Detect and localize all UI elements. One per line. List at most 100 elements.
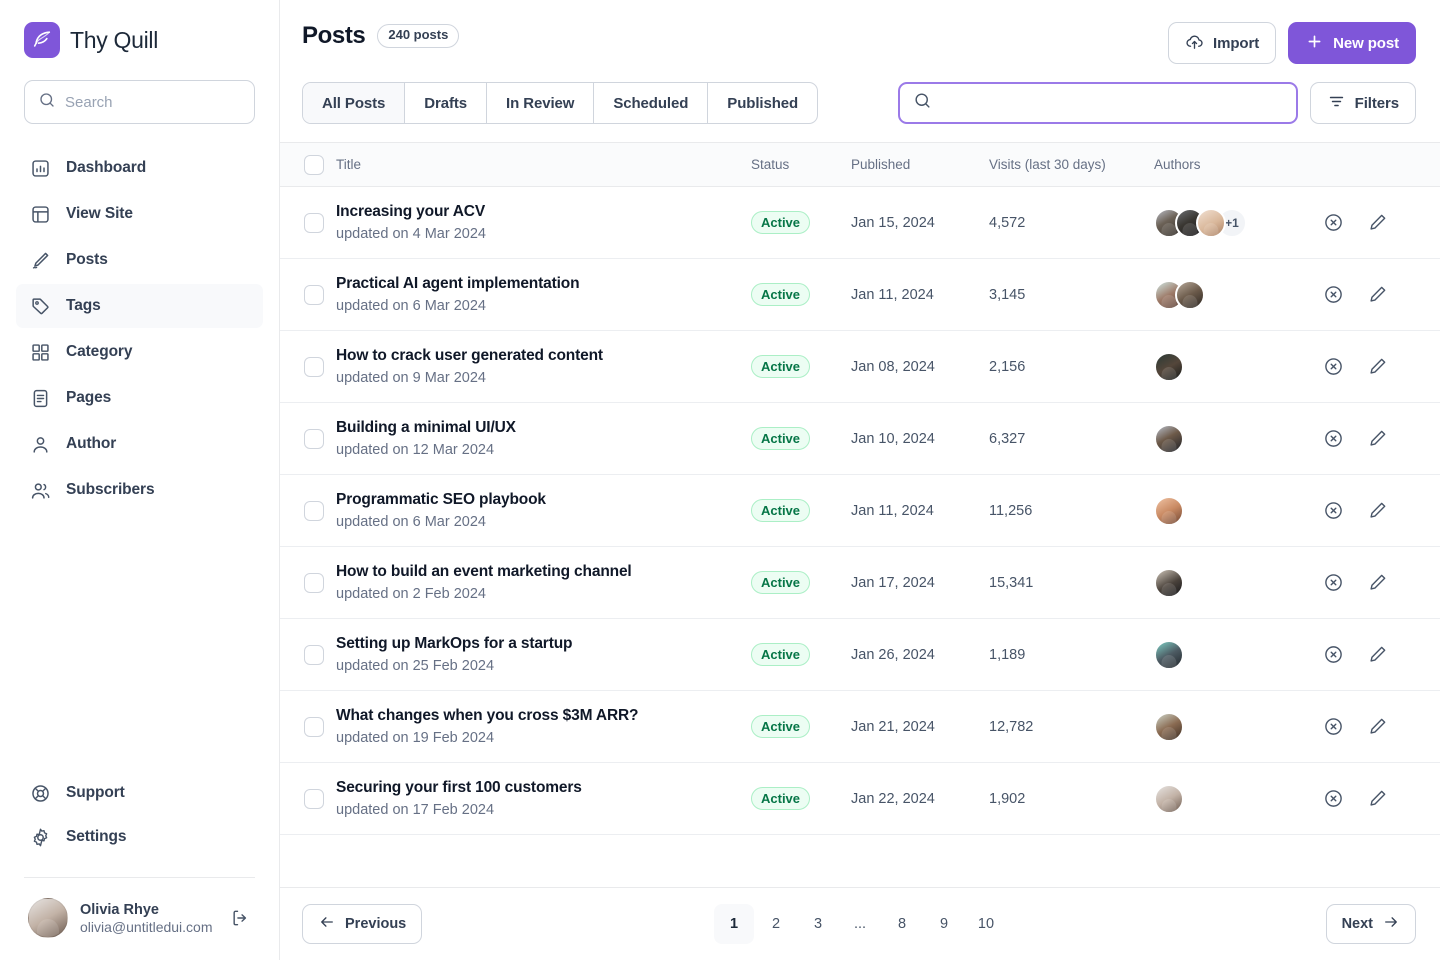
row-checkbox[interactable] [304,716,324,737]
sidebar-item-author[interactable]: Author [16,422,263,466]
import-button[interactable]: Import [1168,22,1277,64]
grid-icon [28,340,52,364]
sidebar-item-subscribers[interactable]: Subscribers [16,468,263,512]
pencil-edit-icon[interactable] [1366,716,1388,738]
tab-all-posts[interactable]: All Posts [303,83,406,123]
post-title: What changes when you cross $3M ARR? [336,706,639,724]
status-badge: Active [751,355,811,378]
page-number-2[interactable]: 2 [756,904,796,944]
pencil-edit-icon[interactable] [1366,356,1388,378]
sidebar-item-dashboard[interactable]: Dashboard [16,146,263,190]
table-row[interactable]: How to crack user generated content upda… [280,331,1440,403]
pencil-edit-icon[interactable] [1366,428,1388,450]
row-checkbox[interactable] [304,644,324,665]
row-authors-cell [1154,783,1322,814]
post-title: Securing your first 100 customers [336,778,582,796]
column-header-authors: Authors [1154,157,1201,172]
pencil-edit-icon[interactable] [1366,500,1388,522]
page-number-9[interactable]: 9 [924,904,964,944]
previous-page-label: Previous [345,916,407,932]
sidebar-user[interactable]: Olivia Rhye olivia@untitledui.com [16,894,263,960]
table-row[interactable]: Securing your first 100 customers update… [280,763,1440,835]
tab-drafts[interactable]: Drafts [405,83,488,123]
table-row[interactable]: Building a minimal UI/UX updated on 12 M… [280,403,1440,475]
pencil-edit-icon[interactable] [1366,212,1388,234]
sidebar-item-posts[interactable]: Posts [16,238,263,282]
post-title: How to crack user generated content [336,346,603,364]
column-header-title: Title [336,157,362,172]
avatar-stack [1154,423,1322,454]
page-number-list: 1 2 3 ... 8 9 10 [280,904,1440,944]
x-circle-icon[interactable] [1322,212,1344,234]
row-title-cell: What changes when you cross $3M ARR? upd… [336,706,751,748]
row-status-cell: Active [751,283,851,306]
sidebar-item-settings[interactable]: Settings [16,815,263,859]
row-published: Jan 10, 2024 [851,430,935,447]
search-field[interactable] [897,82,1298,124]
sidebar-search[interactable] [24,80,255,124]
sidebar-item-view-site[interactable]: View Site [16,192,263,236]
sidebar-item-tags[interactable]: Tags [16,284,263,328]
filter-lines-icon [1327,92,1346,115]
x-circle-icon[interactable] [1322,788,1344,810]
sidebar-search-input[interactable] [65,93,241,111]
x-circle-icon[interactable] [1322,716,1344,738]
filters-button[interactable]: Filters [1309,82,1416,124]
status-badge: Active [751,283,811,306]
page-number-1[interactable]: 1 [714,904,754,944]
next-page-button[interactable]: Next [1325,904,1416,944]
row-title-cell: Building a minimal UI/UX updated on 12 M… [336,418,751,460]
row-actions [1322,644,1440,666]
avatar [1154,423,1184,454]
avatar [1154,351,1184,382]
row-published: Jan 11, 2024 [851,286,934,303]
logout-icon[interactable] [229,907,251,929]
pencil-edit-icon[interactable] [1366,284,1388,306]
x-circle-icon[interactable] [1322,356,1344,378]
tab-scheduled[interactable]: Scheduled [594,83,709,123]
row-checkbox[interactable] [304,356,324,377]
search-input[interactable] [940,94,1283,112]
sidebar-item-support[interactable]: Support [16,771,263,815]
row-checkbox[interactable] [304,788,324,809]
new-post-button[interactable]: New post [1288,22,1416,64]
row-select-cell [280,572,336,593]
tab-in-review[interactable]: In Review [487,83,595,123]
row-checkbox[interactable] [304,284,324,305]
pencil-edit-icon[interactable] [1366,788,1388,810]
x-circle-icon[interactable] [1322,572,1344,594]
row-checkbox[interactable] [304,428,324,449]
select-all-checkbox[interactable] [304,154,324,175]
row-checkbox[interactable] [304,500,324,521]
page-number-8[interactable]: 8 [882,904,922,944]
post-updated: updated on 19 Feb 2024 [336,730,495,747]
x-circle-icon[interactable] [1322,644,1344,666]
previous-page-button[interactable]: Previous [302,904,423,944]
table-row[interactable]: Programmatic SEO playbook updated on 6 M… [280,475,1440,547]
pencil-edit-icon[interactable] [1366,572,1388,594]
sidebar-bottom-nav: Support Settings Olivia Rhye olivia@unti… [0,771,279,960]
x-circle-icon[interactable] [1322,428,1344,450]
page-number-10[interactable]: 10 [966,904,1006,944]
sidebar-item-label: Category [66,343,133,360]
x-circle-icon[interactable] [1322,284,1344,306]
sidebar-item-category[interactable]: Category [16,330,263,374]
column-header-status: Status [751,157,790,172]
file-text-icon [28,386,52,410]
status-badge: Active [751,571,811,594]
x-circle-icon[interactable] [1322,500,1344,522]
table-row[interactable]: Increasing your ACV updated on 4 Mar 202… [280,187,1440,259]
row-checkbox[interactable] [304,212,324,233]
table-row[interactable]: What changes when you cross $3M ARR? upd… [280,691,1440,763]
search-icon [38,91,56,114]
table-row[interactable]: Setting up MarkOps for a startup updated… [280,619,1440,691]
table-row[interactable]: How to build an event marketing channel … [280,547,1440,619]
row-checkbox[interactable] [304,572,324,593]
page-number-3[interactable]: 3 [798,904,838,944]
avatar [1154,783,1184,814]
table-row[interactable]: Practical AI agent implementation update… [280,259,1440,331]
sidebar-item-pages[interactable]: Pages [16,376,263,420]
pencil-edit-icon[interactable] [1366,644,1388,666]
post-updated: updated on 2 Feb 2024 [336,586,486,603]
tab-published[interactable]: Published [708,83,817,123]
